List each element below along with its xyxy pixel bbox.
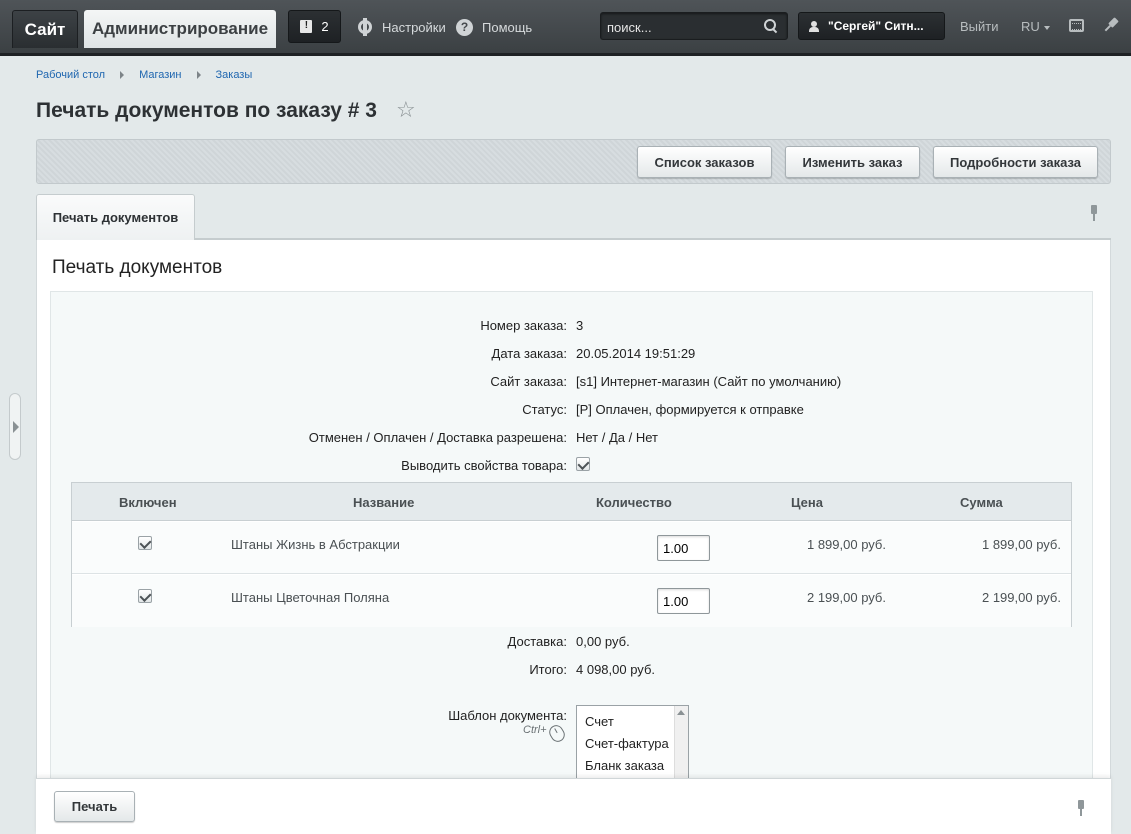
order-flags-label-text: Отменен / Оплачен / Доставка разрешена — [308, 430, 564, 445]
order-flags-colon: : — [563, 430, 567, 445]
show-props-checkbox[interactable] — [576, 457, 590, 471]
print-button[interactable]: Печать — [54, 791, 135, 822]
column-header-enabled[interactable]: Включен — [119, 495, 177, 510]
template-select[interactable]: Счет Счет-фактура Бланк заказа — [576, 705, 689, 785]
user-icon — [809, 20, 819, 32]
order-number-value: 3 — [576, 318, 584, 333]
item-enabled-checkbox[interactable] — [138, 536, 152, 550]
item-price: 1 899,00 руб. — [806, 537, 886, 552]
admin-tab[interactable]: Администрирование — [84, 10, 276, 48]
item-sum: 1 899,00 руб. — [981, 537, 1061, 552]
order-number-label: Номер заказа: — [480, 318, 567, 333]
order-status-value: [P] Оплачен, формируется к отправке — [576, 402, 804, 417]
item-price: 2 199,00 руб. — [806, 590, 886, 605]
orders-list-button[interactable]: Список заказов — [637, 146, 772, 178]
order-site-value: [s1] Интернет-магазин (Сайт по умолчанию… — [576, 374, 842, 389]
breadcrumb-item-desktop[interactable]: Рабочий стол — [36, 69, 105, 81]
user-name: "Сергей" Ситн... — [828, 19, 924, 33]
column-header-price[interactable]: Цена — [791, 495, 823, 510]
item-quantity-input[interactable] — [657, 535, 710, 561]
column-header-sum[interactable]: Сумма — [960, 495, 1003, 510]
template-option[interactable]: Счет-фактура — [585, 736, 669, 751]
item-enabled-checkbox[interactable] — [138, 589, 152, 603]
logout-link[interactable]: Выйти — [960, 19, 999, 34]
item-name: Штаны Жизнь в Абстракции — [231, 537, 400, 552]
site-tab[interactable]: Сайт — [12, 10, 78, 48]
table-header: Включен Название Количество Цена Сумма — [72, 483, 1071, 521]
bottom-action-bar: Печать — [36, 778, 1111, 834]
order-status-label: Статус: — [522, 402, 567, 417]
pin-icon[interactable] — [1073, 800, 1089, 816]
order-site-label: Сайт заказа: — [490, 374, 567, 389]
settings-label: Настройки — [382, 19, 446, 35]
help-label: Помощь — [482, 19, 533, 35]
settings-link[interactable]: Настройки — [357, 17, 446, 37]
select-scrollbar[interactable] — [674, 706, 688, 784]
order-details-button[interactable]: Подробности заказа — [933, 146, 1098, 178]
language-selector[interactable]: RU — [1021, 19, 1050, 34]
item-quantity-input[interactable] — [657, 588, 710, 614]
page-title: Печать документов по заказу # 3 — [36, 99, 377, 122]
column-header-quantity[interactable]: Количество — [596, 495, 672, 510]
help-link[interactable]: ? Помощь — [456, 17, 532, 37]
table-row: Штаны Жизнь в Абстракции 1 899,00 руб. 1… — [72, 522, 1071, 574]
edit-order-button[interactable]: Изменить заказ — [785, 146, 920, 178]
template-label: Шаблон документа: — [448, 708, 567, 723]
item-sum: 2 199,00 руб. — [981, 590, 1061, 605]
print-form: Номер заказа: 3 Дата заказа: 20.05.2014 … — [50, 291, 1093, 834]
order-flags-label: Отменен / Оплачен / Доставка разрешена: — [51, 430, 567, 445]
template-option[interactable]: Бланк заказа — [585, 758, 664, 773]
gear-icon — [357, 18, 373, 36]
item-name: Штаны Цветочная Поляна — [231, 590, 390, 605]
breadcrumb-item-shop[interactable]: Магазин — [139, 69, 181, 81]
search-box — [600, 12, 788, 40]
breadcrumb: Рабочий стол Магазин Заказы — [36, 69, 252, 81]
template-option[interactable]: Счет — [585, 714, 614, 729]
order-date-value: 20.05.2014 19:51:29 — [576, 346, 696, 361]
pin-icon[interactable] — [1086, 205, 1102, 221]
table-row: Штаны Цветочная Поляна 2 199,00 руб. 2 1… — [72, 575, 1071, 627]
show-props-label: Выводить свойства товара: — [401, 458, 567, 473]
help-icon: ? — [456, 18, 473, 36]
column-header-name[interactable]: Название — [353, 495, 414, 510]
breadcrumb-item-orders[interactable]: Заказы — [216, 69, 253, 81]
notification-icon: ! — [300, 20, 313, 33]
breadcrumb-separator-icon — [196, 71, 201, 79]
mouse-icon — [546, 722, 568, 745]
admin-top-panel: Сайт Администрирование ! 2 Настройки ? П… — [0, 0, 1131, 56]
pin-icon[interactable] — [1100, 14, 1123, 37]
tab-print-documents[interactable]: Печать документов — [36, 194, 195, 240]
total-label: Итого: — [529, 662, 567, 677]
delivery-value: 0,00 руб. — [576, 634, 630, 649]
search-input[interactable] — [607, 17, 759, 37]
order-items-table: Включен Название Количество Цена Сумма Ш… — [71, 482, 1072, 627]
search-icon[interactable] — [764, 19, 778, 33]
breadcrumb-separator-icon — [120, 71, 125, 79]
notifications-count: 2 — [321, 19, 329, 34]
keyboard-icon[interactable] — [1069, 19, 1084, 32]
panel-heading: Печать документов — [52, 257, 223, 278]
main-panel: Печать документов Номер заказа: 3 Дата з… — [36, 240, 1111, 834]
notifications-button[interactable]: ! 2 — [288, 10, 341, 43]
sidebar-toggle-handle[interactable] — [9, 393, 21, 460]
order-date-label: Дата заказа: — [491, 346, 567, 361]
user-menu-button[interactable]: "Сергей" Ситн... — [798, 12, 945, 40]
star-icon[interactable]: ☆ — [396, 97, 416, 123]
delivery-label: Доставка: — [507, 634, 567, 649]
context-toolbar: Список заказов Изменить заказ Подробност… — [36, 139, 1111, 184]
scroll-up-icon[interactable] — [677, 710, 685, 715]
total-value: 4 098,00 руб. — [576, 662, 656, 677]
tab-strip: Печать документов — [36, 194, 1111, 240]
order-flags-value: Нет / Да / Нет — [576, 430, 658, 445]
multi-select-hint: Ctrl+ — [523, 724, 547, 736]
chevron-down-icon — [1043, 25, 1050, 30]
language-label: RU — [1021, 19, 1040, 34]
